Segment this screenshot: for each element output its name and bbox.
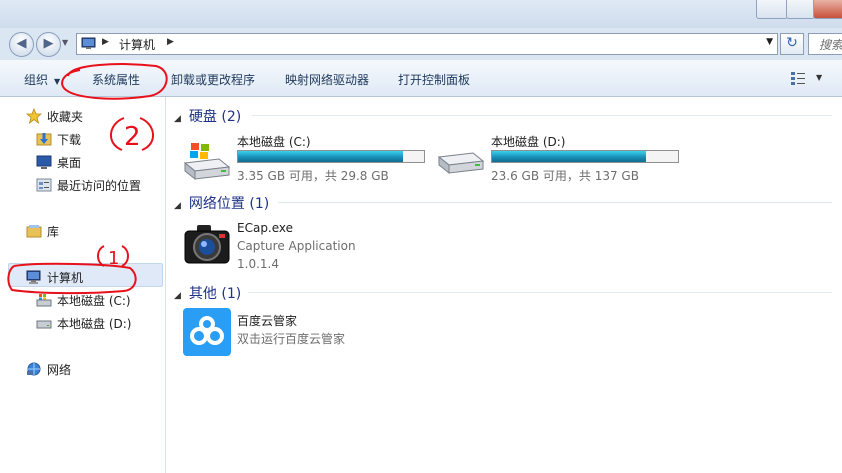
system-drive-icon bbox=[183, 143, 231, 181]
drive-free-space: 3.35 GB 可用，共 29.8 GB bbox=[237, 169, 389, 183]
group-header-hard-disks[interactable]: ◢ 硬盘 (2) bbox=[174, 106, 241, 126]
nav-label: 网络 bbox=[47, 363, 72, 377]
app-description: Capture Application bbox=[237, 239, 356, 253]
nav-label: 本地磁盘 (C:) bbox=[57, 294, 131, 308]
system-properties-button[interactable]: 系统属性 bbox=[92, 71, 140, 88]
group-title: 其他 (1) bbox=[188, 286, 242, 302]
group-header-network-locations[interactable]: ◢ 网络位置 (1) bbox=[174, 193, 269, 213]
group-title: 网络位置 (1) bbox=[188, 196, 270, 212]
window-title-bar bbox=[0, 0, 842, 28]
command-bar: 组织 ▼ 系统属性 卸载或更改程序 映射网络驱动器 打开控制面板 ▼ bbox=[0, 60, 842, 97]
nav-label: 本地磁盘 (D:) bbox=[57, 317, 132, 331]
forward-button[interactable]: ▶ bbox=[36, 32, 61, 57]
minimize-button[interactable] bbox=[756, 0, 788, 19]
breadcrumb-separator-icon[interactable]: ▶ bbox=[167, 37, 174, 47]
camera-icon bbox=[184, 225, 230, 264]
open-control-panel-button[interactable]: 打开控制面板 bbox=[398, 71, 470, 88]
refresh-icon[interactable]: ↻ bbox=[780, 33, 804, 55]
other-item-baidu-cloud[interactable]: 百度云管家 双击运行百度云管家 bbox=[183, 308, 483, 368]
organize-button[interactable]: 组织 ▼ bbox=[24, 71, 60, 88]
nav-label: 最近访问的位置 bbox=[57, 179, 142, 193]
uninstall-program-button[interactable]: 卸载或更改程序 bbox=[171, 71, 255, 88]
collapse-triangle-icon: ◢ bbox=[174, 114, 181, 124]
collapse-triangle-icon: ◢ bbox=[174, 201, 181, 211]
drive-usage-bar bbox=[491, 150, 679, 163]
view-options-dropdown-icon[interactable]: ▼ bbox=[816, 73, 822, 82]
computer-icon bbox=[26, 270, 41, 284]
desktop-icon bbox=[36, 155, 52, 169]
maximize-button[interactable] bbox=[786, 0, 815, 19]
network-item-ecap[interactable]: ECap.exe Capture Application 1.0.1.4 bbox=[183, 221, 483, 277]
drive-name: 本地磁盘 (C:) bbox=[237, 135, 311, 149]
nav-label: 桌面 bbox=[57, 156, 82, 170]
group-divider bbox=[278, 202, 832, 203]
network-icon bbox=[27, 362, 41, 376]
navigation-pane: 收藏夹 下载 桌面 最近访问的位置 库 计算机 本地磁盘 (C:) 本地磁盘 (… bbox=[0, 97, 166, 473]
address-row: ◀ ▶ ▼ ▶ 计算机 ▶ ▼ ↻ 搜索 bbox=[0, 28, 842, 60]
content-pane: ◢ 硬盘 (2) 本地磁盘 (C:) 3.35 GB 可用，共 29.8 GB 本… bbox=[166, 97, 842, 473]
recent-pages-dropdown-icon[interactable]: ▼ bbox=[62, 38, 68, 47]
address-bar[interactable]: ▶ 计算机 ▶ ▼ bbox=[76, 33, 778, 55]
drive-usage-fill bbox=[238, 151, 404, 162]
nav-label: 下载 bbox=[57, 133, 82, 147]
recent-places-icon bbox=[36, 178, 52, 192]
hard-drive-icon bbox=[437, 152, 485, 175]
system-drive-icon bbox=[36, 294, 52, 307]
drive-usage-fill bbox=[492, 151, 646, 162]
app-version: 1.0.1.4 bbox=[237, 257, 279, 271]
nav-label: 计算机 bbox=[47, 271, 84, 285]
drive-usage-bar bbox=[237, 150, 425, 163]
drive-tile-c[interactable]: 本地磁盘 (C:) 3.35 GB 可用，共 29.8 GB bbox=[183, 133, 433, 183]
group-header-other[interactable]: ◢ 其他 (1) bbox=[174, 283, 241, 303]
group-divider bbox=[252, 115, 832, 116]
close-button[interactable] bbox=[813, 0, 842, 19]
hard-drive-icon bbox=[36, 320, 52, 329]
drive-tile-d[interactable]: 本地磁盘 (D:) 23.6 GB 可用，共 137 GB bbox=[437, 133, 687, 183]
map-network-drive-button[interactable]: 映射网络驱动器 bbox=[285, 71, 369, 88]
nav-label: 库 bbox=[47, 225, 60, 239]
nav-label: 收藏夹 bbox=[47, 110, 84, 124]
search-input[interactable]: 搜索 bbox=[808, 33, 842, 55]
computer-icon bbox=[81, 37, 96, 49]
collapse-triangle-icon: ◢ bbox=[174, 291, 181, 301]
drive-free-space: 23.6 GB 可用，共 137 GB bbox=[491, 169, 639, 183]
group-divider bbox=[248, 292, 832, 293]
organize-label: 组织 bbox=[24, 73, 49, 87]
address-dropdown-icon[interactable]: ▼ bbox=[766, 37, 773, 47]
app-name: ECap.exe bbox=[237, 221, 294, 235]
breadcrumb-computer[interactable]: 计算机 bbox=[119, 36, 155, 53]
downloads-folder-icon bbox=[36, 133, 52, 146]
baidu-cloud-icon bbox=[183, 308, 231, 356]
back-button[interactable]: ◀ bbox=[9, 32, 34, 57]
breadcrumb-separator-icon[interactable]: ▶ bbox=[102, 37, 109, 47]
star-icon bbox=[26, 108, 42, 124]
group-title: 硬盘 (2) bbox=[188, 109, 242, 125]
search-placeholder: 搜索 bbox=[819, 38, 842, 52]
app-name: 百度云管家 bbox=[237, 314, 298, 328]
chevron-down-icon: ▼ bbox=[54, 77, 61, 86]
app-description: 双击运行百度云管家 bbox=[237, 332, 346, 346]
library-icon bbox=[26, 225, 42, 238]
change-view-icon[interactable] bbox=[790, 70, 806, 86]
drive-name: 本地磁盘 (D:) bbox=[491, 135, 566, 149]
